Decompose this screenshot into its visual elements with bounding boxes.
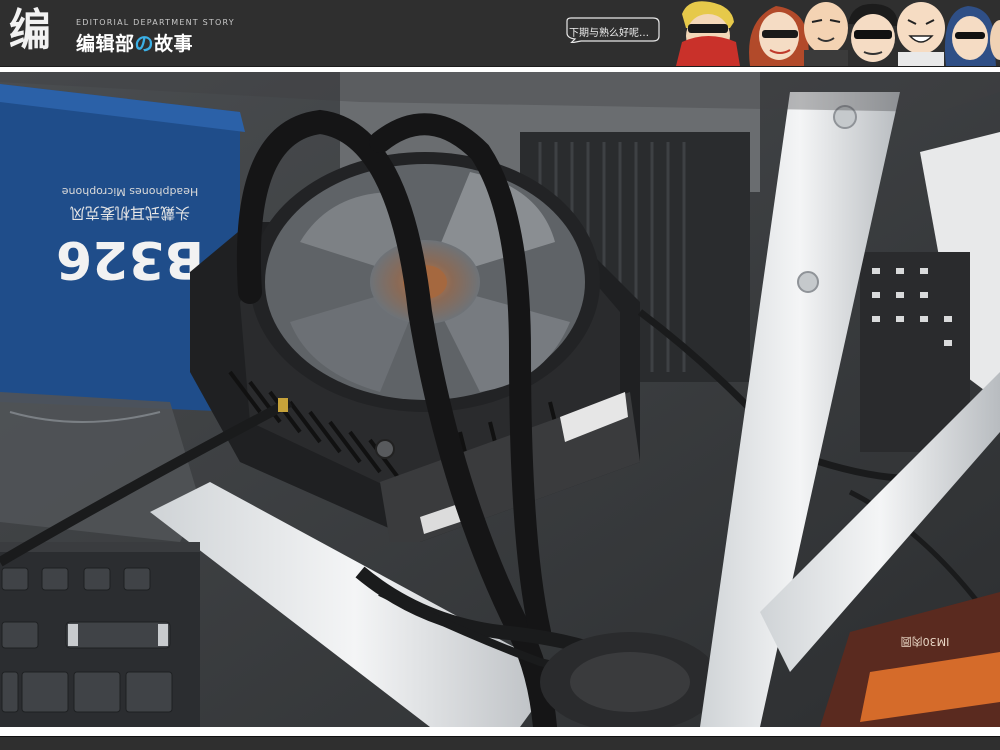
box-cn-label: 头戴式耳机麦克风 — [70, 204, 190, 222]
site-title: 编辑部の故事 — [76, 29, 193, 56]
site-title-accent: の — [134, 33, 155, 55]
sunglasses-man-avatar — [848, 3, 898, 62]
logo-mark-glyph: 编 — [9, 5, 51, 56]
magazine-text: IM30肉圆 — [901, 635, 950, 648]
site-logo-mark: 编 — [8, 5, 64, 57]
box-en-label: Headphones Microphone — [62, 185, 199, 198]
bald-man-avatar — [804, 2, 848, 66]
article-photo: B326 头戴式耳机麦克风 Headphones Microphone IM30… — [0, 72, 1000, 727]
footer-bar — [0, 736, 1000, 750]
staff-avatars — [676, 1, 1000, 66]
bandit-avatar — [676, 1, 740, 66]
blue-hair-girl-avatar — [944, 6, 996, 66]
keyboard — [0, 542, 200, 727]
site-title-part1: 编辑部 — [76, 33, 135, 55]
speech-bubble-text: 下期与熟么好呢… — [569, 28, 649, 39]
box-model-label: B326 — [56, 229, 204, 289]
red-hair-girl-avatar — [749, 6, 810, 66]
screw-icon — [375, 439, 395, 459]
site-header-banner: 编 EDITORIAL DEPARTMENT STORY 编辑部の故事 下期与熟… — [0, 0, 1000, 67]
footer-divider — [0, 736, 1000, 737]
cpu-cooler-photo: B326 头戴式耳机麦克风 Headphones Microphone IM30… — [0, 72, 1000, 727]
site-title-part2: 故事 — [154, 33, 194, 55]
logo-subtitle: EDITORIAL DEPARTMENT STORY — [76, 18, 235, 27]
laughing-man-avatar — [897, 2, 945, 66]
